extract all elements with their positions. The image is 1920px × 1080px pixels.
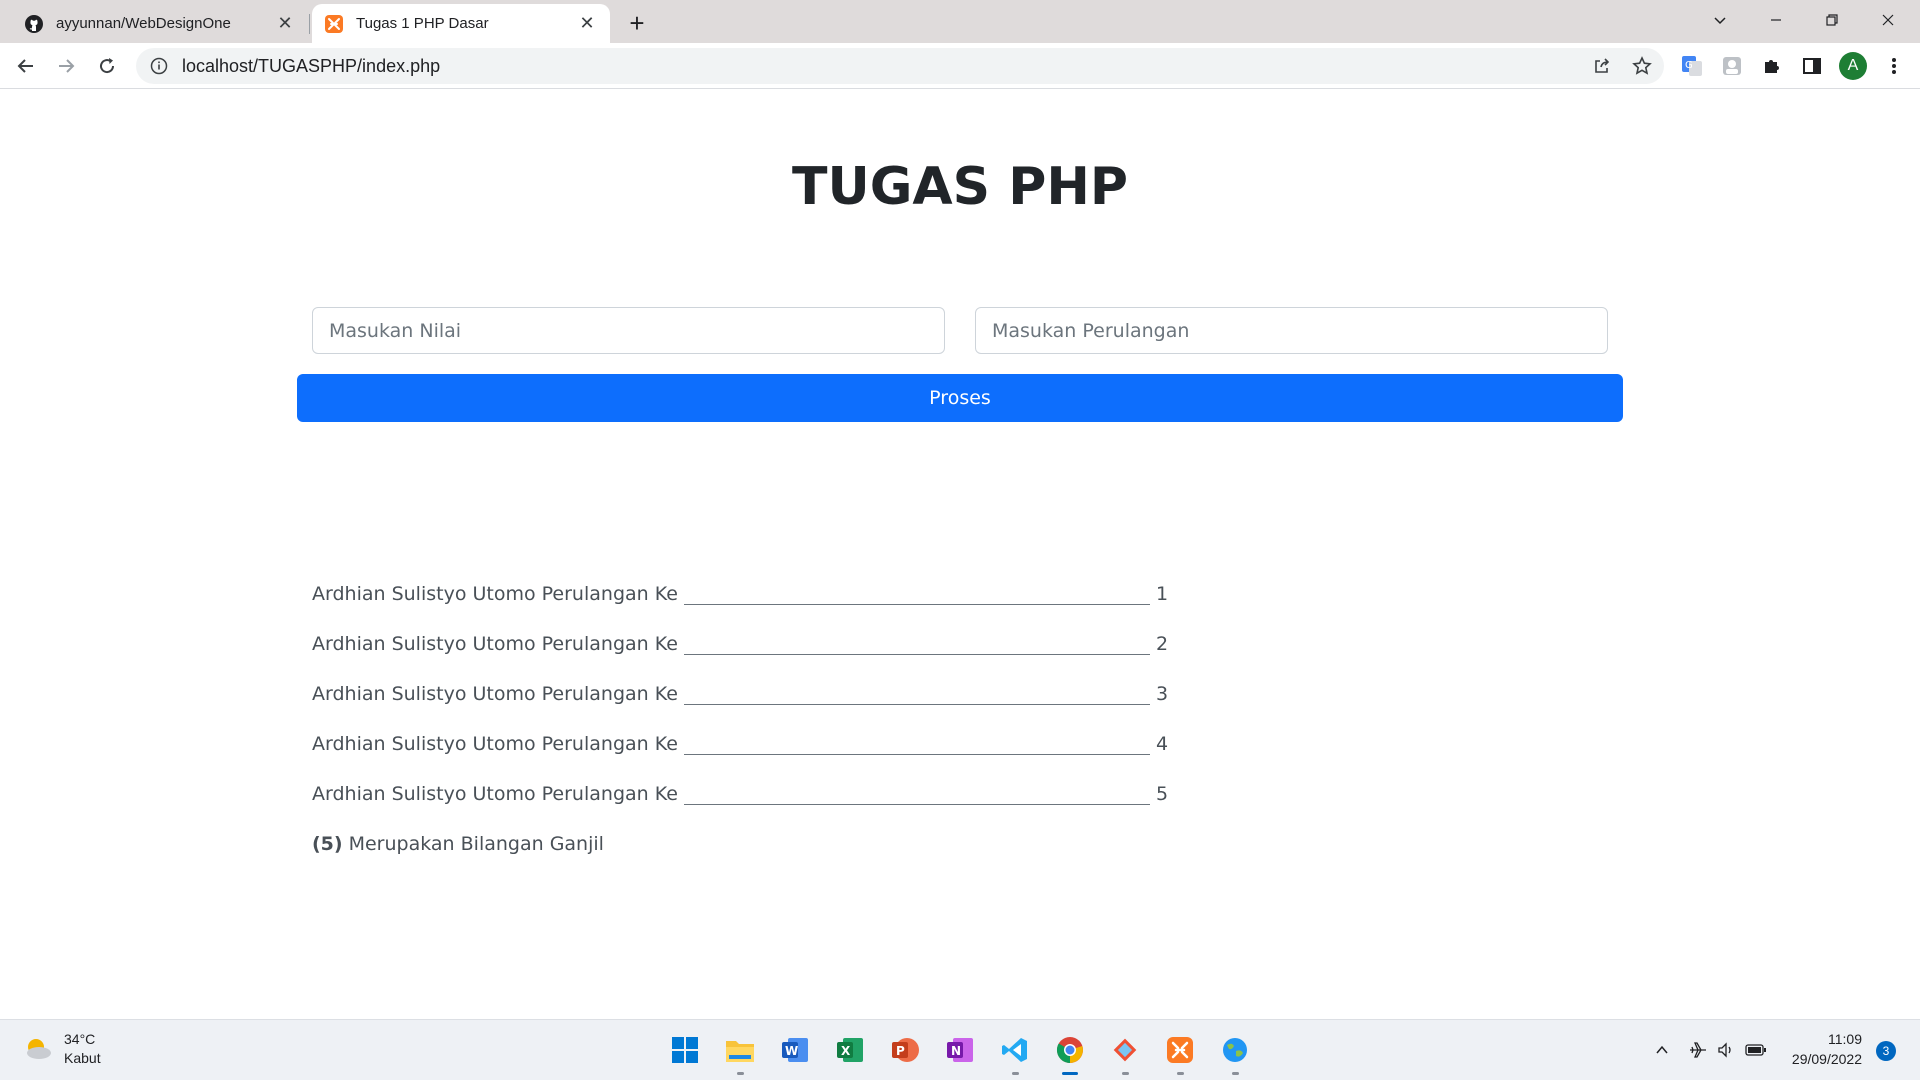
underline-separator [683,791,1150,805]
result-text: Ardhian Sulistyo Utomo Perulangan Ke [312,733,678,755]
running-indicator [1177,1072,1184,1075]
page-content: TUGAS PHP Proses Ardhian Sulistyo Utomo … [0,89,1920,1019]
result-number: 5 [1155,783,1169,805]
word-icon[interactable]: W [777,1032,813,1068]
running-indicator [1012,1072,1019,1075]
powerpoint-icon[interactable]: P [887,1032,923,1068]
new-tab-button[interactable]: + [622,8,652,38]
underline-separator [683,591,1150,605]
result-number: 1 [1155,583,1169,605]
url-text: localhost/TUGASPHP/index.php [182,55,441,76]
address-bar[interactable]: localhost/TUGASPHP/index.php [136,48,1664,84]
tab-title: Tugas 1 PHP Dasar [356,15,489,32]
running-indicator [1232,1072,1239,1075]
info-icon[interactable] [148,55,170,77]
underline-separator [683,741,1150,755]
summary-value: (5) [312,833,343,855]
running-indicator [737,1072,744,1075]
onenote-icon[interactable]: N [942,1032,978,1068]
result-number: 2 [1155,633,1169,655]
share-icon[interactable] [1586,50,1618,82]
tab-close-icon[interactable]: ✕ [274,13,296,35]
summary-text: Merupakan Bilangan Ganjil [348,833,604,855]
result-number: 4 [1155,733,1169,755]
profile-avatar[interactable]: A [1839,52,1867,80]
minimize-icon[interactable] [1748,0,1804,40]
git-icon[interactable] [1107,1032,1143,1075]
earth-icon[interactable] [1217,1032,1253,1075]
chrome-icon[interactable] [1052,1032,1088,1075]
nilai-input[interactable] [312,307,945,354]
running-indicator [1122,1072,1129,1075]
result-row: Ardhian Sulistyo Utomo Perulangan Ke 4 [312,719,1168,769]
side-panel-icon[interactable] [1798,52,1826,80]
windows-taskbar: 34°C Kabut W X P N 11:09 29/09/2022 3 [0,1019,1920,1080]
browser-toolbar: localhost/TUGASPHP/index.php G A [0,43,1920,89]
browser-tab-strip: ayyunnan/WebDesignOne ✕ Tugas 1 PHP Dasa… [0,0,1920,43]
underline-separator [683,641,1150,655]
tab-github[interactable]: ayyunnan/WebDesignOne ✕ [12,4,308,43]
windows-start-icon[interactable] [667,1032,703,1068]
back-icon[interactable] [10,50,42,82]
sun-cloud-icon [27,1039,51,1059]
svg-text:G: G [1685,60,1693,71]
forward-icon[interactable] [50,50,82,82]
svg-text:W: W [785,1044,798,1058]
tab-tugas-php[interactable]: Tugas 1 PHP Dasar ✕ [312,4,610,43]
result-row: Ardhian Sulistyo Utomo Perulangan Ke 2 [312,619,1168,669]
weather-widget[interactable]: 34°C Kabut [22,1030,101,1068]
result-row: Ardhian Sulistyo Utomo Perulangan Ke 3 [312,669,1168,719]
xampp-icon [325,14,343,33]
svg-text:P: P [896,1044,905,1058]
tab-search-icon[interactable] [1692,0,1748,40]
menu-kebab-icon[interactable] [1880,52,1908,80]
perulangan-input[interactable] [975,307,1608,354]
svg-text:X: X [841,1044,851,1058]
github-icon [25,14,43,33]
vscode-icon[interactable] [997,1032,1033,1075]
weather-temp: 34°C [64,1031,96,1047]
airplane-icon[interactable] [1686,1038,1710,1062]
results-list: Ardhian Sulistyo Utomo Perulangan Ke 1 A… [312,569,1168,869]
svg-text:N: N [951,1044,961,1058]
result-row: Ardhian Sulistyo Utomo Perulangan Ke 5 [312,769,1168,819]
result-text: Ardhian Sulistyo Utomo Perulangan Ke [312,633,678,655]
excel-icon[interactable]: X [832,1032,868,1068]
tab-close-icon[interactable]: ✕ [576,13,598,35]
volume-icon[interactable] [1714,1038,1738,1062]
result-text: Ardhian Sulistyo Utomo Perulangan Ke [312,783,678,805]
close-window-icon[interactable] [1860,0,1916,40]
clock-date: 29/09/2022 [1791,1051,1862,1067]
result-row: Ardhian Sulistyo Utomo Perulangan Ke 1 [312,569,1168,619]
extensions-puzzle-icon[interactable] [1758,52,1786,80]
underline-separator [683,691,1150,705]
google-translate-icon[interactable]: G [1678,52,1706,80]
extension-user-icon[interactable] [1718,52,1746,80]
battery-icon[interactable] [1744,1038,1768,1062]
result-number: 3 [1155,683,1169,705]
running-indicator [1062,1072,1078,1075]
bookmark-star-icon[interactable] [1626,50,1658,82]
result-text: Ardhian Sulistyo Utomo Perulangan Ke [312,583,678,605]
file-explorer-icon[interactable] [722,1032,758,1075]
notification-badge[interactable]: 3 [1876,1041,1896,1061]
result-text: Ardhian Sulistyo Utomo Perulangan Ke [312,683,678,705]
tab-divider [309,14,310,34]
weather-condition: Kabut [64,1050,101,1066]
tab-title: ayyunnan/WebDesignOne [56,15,231,32]
system-clock[interactable]: 11:09 29/09/2022 [1782,1029,1862,1069]
chevron-up-icon[interactable] [1650,1038,1674,1062]
page-title: TUGAS PHP [792,157,1128,217]
xampp-icon[interactable] [1162,1032,1198,1075]
restore-icon[interactable] [1804,0,1860,40]
clock-time: 11:09 [1828,1031,1862,1047]
reload-icon[interactable] [91,50,123,82]
summary-line: (5) Merupakan Bilangan Ganjil [312,819,1168,869]
proses-button[interactable]: Proses [297,374,1623,422]
